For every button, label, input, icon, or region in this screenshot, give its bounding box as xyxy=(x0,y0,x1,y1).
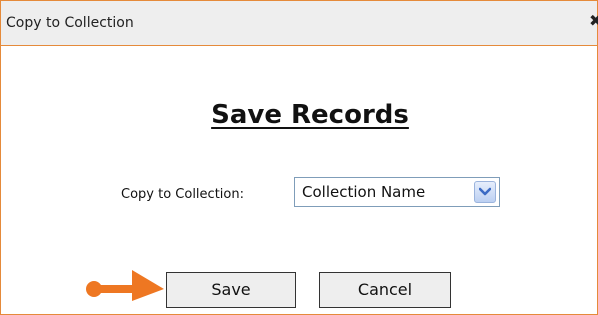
copy-to-collection-label: Copy to Collection: xyxy=(121,187,244,202)
dropdown-button[interactable] xyxy=(474,181,496,203)
arrow-right-icon xyxy=(86,270,164,301)
page-heading: Save Records xyxy=(211,100,409,130)
chevron-down-icon xyxy=(479,187,491,196)
save-button[interactable]: Save xyxy=(166,272,296,308)
dialog-title: Copy to Collection xyxy=(6,15,134,31)
cancel-button[interactable]: Cancel xyxy=(319,272,451,308)
collection-select-value: Collection Name xyxy=(302,183,426,201)
collection-select[interactable]: Collection Name xyxy=(294,177,500,207)
close-icon[interactable]: ✖ xyxy=(589,13,598,29)
dialog-titlebar: Copy to Collection ✖ xyxy=(1,1,598,46)
